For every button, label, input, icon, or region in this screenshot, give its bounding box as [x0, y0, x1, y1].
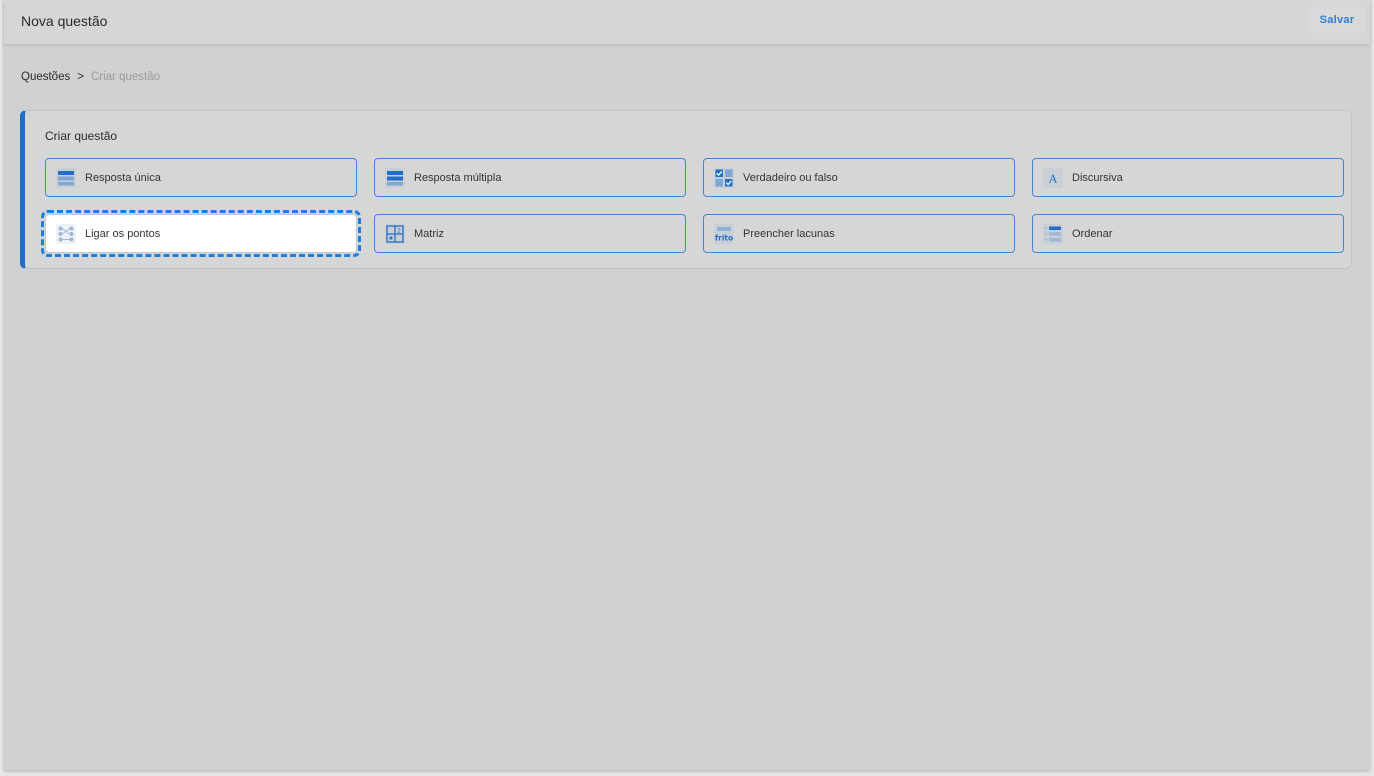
card-title: Criar questão: [45, 129, 118, 143]
multiple-answer-icon: [385, 167, 405, 188]
option-fill-blanks[interactable]: frito Preencher lacunas: [703, 214, 1015, 253]
top-bar: Nova questão Salvar: [4, 0, 1370, 44]
breadcrumb: Questões > Criar questão: [21, 71, 160, 83]
option-label: Preencher lacunas: [743, 227, 835, 240]
option-single-answer[interactable]: Resposta única: [45, 158, 357, 197]
option-label: Ligar os pontos: [85, 227, 161, 240]
essay-icon: A: [1043, 167, 1063, 188]
svg-text:2: 2: [397, 227, 401, 234]
svg-text:frito: frito: [715, 233, 733, 242]
connect-dots-icon: [56, 223, 76, 244]
option-true-false[interactable]: Verdadeiro ou falso: [703, 158, 1015, 197]
matrix-icon: 2: [385, 223, 405, 244]
option-matrix[interactable]: 2 Matriz: [374, 214, 686, 253]
option-ordering[interactable]: Ordenar: [1032, 214, 1344, 253]
create-question-card: Criar questão Resposta única Resposta mú…: [20, 110, 1352, 269]
option-label: Matriz: [414, 227, 444, 240]
save-button[interactable]: Salvar: [1308, 6, 1366, 34]
option-connect-dots[interactable]: Ligar os pontos: [41, 210, 361, 257]
option-label: Resposta múltipla: [414, 171, 502, 184]
breadcrumb-separator: >: [77, 71, 84, 83]
option-label: Resposta única: [85, 171, 161, 184]
svg-text:A: A: [1048, 172, 1058, 185]
option-label: Discursiva: [1072, 171, 1123, 184]
single-answer-icon: [56, 167, 76, 188]
breadcrumb-current: Criar questão: [90, 71, 160, 83]
fill-blanks-icon: frito: [714, 223, 734, 244]
option-essay[interactable]: A Discursiva: [1032, 158, 1344, 197]
true-false-icon: [714, 167, 734, 188]
page-title: Nova questão: [21, 13, 108, 29]
breadcrumb-link-questions[interactable]: Questões: [21, 71, 70, 83]
option-multiple-answer[interactable]: Resposta múltipla: [374, 158, 686, 197]
app-window: Nova questão Salvar Questões > Criar quest…: [4, 0, 1370, 770]
ordering-icon: [1043, 223, 1063, 244]
option-label: Ordenar: [1072, 227, 1113, 240]
option-label: Verdadeiro ou falso: [743, 171, 838, 184]
question-type-grid: Resposta única Resposta múltipla Verdade…: [41, 158, 1344, 257]
